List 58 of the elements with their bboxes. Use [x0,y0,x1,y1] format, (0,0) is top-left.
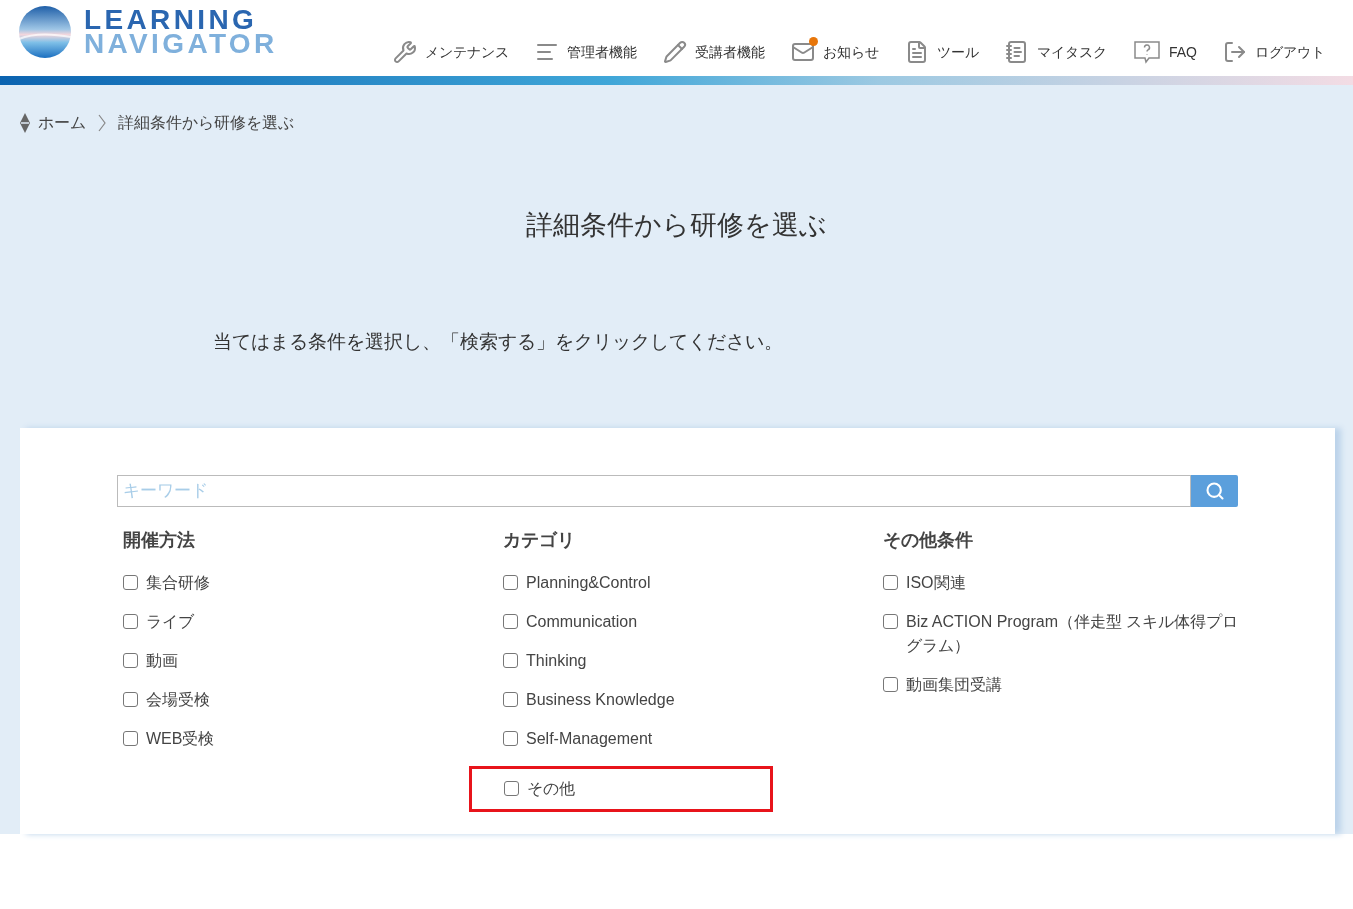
option-label: 会場受検 [146,690,210,710]
breadcrumb-link[interactable]: ホーム [38,111,86,135]
checkbox[interactable] [503,575,518,590]
checkbox[interactable] [883,614,898,629]
search-icon [1204,481,1225,501]
option-label: Biz ACTION Program（伴走型 スキル体得プログラム） [906,612,1240,656]
nav-link[interactable]: マイタスク [1005,40,1107,64]
option-label: Planning&Control [526,573,651,593]
notepad-icon [1005,40,1029,64]
nav-link[interactable]: お知らせ [791,40,879,64]
search-button[interactable] [1191,475,1238,507]
envelope-icon [791,40,815,64]
nav-link[interactable]: 受講者機能 [663,40,765,64]
pencil-icon [663,40,687,64]
checkbox[interactable] [883,677,898,692]
checkbox[interactable] [123,692,138,707]
checkbox[interactable] [123,614,138,629]
logo-text: NAVIGATOR [84,32,278,56]
option-label: Business Knowledge [526,690,675,710]
chevron-icon [98,114,106,132]
option-label: 動画 [146,651,178,671]
checkbox[interactable] [503,614,518,629]
option-label: WEB受検 [146,729,215,749]
nav-link[interactable]: FAQ [1133,40,1197,64]
page-title: 詳細条件から研修を選ぶ [525,209,828,242]
checkbox[interactable] [503,731,518,746]
option-label: ライブ [146,612,194,632]
instruction-text: 当てはまる条件を選択し、「検索する」をクリックしてください。 [212,329,784,354]
checkbox[interactable] [123,731,138,746]
checkbox[interactable] [503,692,518,707]
option-label: その他 [527,779,575,799]
logo-globe-icon [18,5,72,59]
nav-link[interactable]: ツール [905,40,979,64]
option-label: 動画集団受講 [906,675,1002,695]
nav-link[interactable]: メンテナンス [393,40,509,64]
nav-link[interactable]: ログアウト [1223,40,1325,64]
checkbox[interactable] [123,653,138,668]
help-bubble-icon [1133,40,1161,64]
compass-icon [20,113,30,133]
logout-icon [1223,40,1247,64]
option-label: Thinking [526,651,587,671]
checkbox[interactable] [883,575,898,590]
option-label: ISO関連 [906,573,966,593]
checkbox[interactable] [503,653,518,668]
option-label: 集合研修 [146,573,210,593]
group-heading: その他条件 [883,529,974,552]
option-label: Communication [526,612,638,632]
nav-link[interactable]: 管理者機能 [535,40,637,64]
breadcrumb-current: 詳細条件から研修を選ぶ [118,113,294,133]
keyword-field[interactable]: キーワード [117,475,1191,507]
logo-text: LEARNING [84,8,258,32]
group-heading: カテゴリ [503,529,576,552]
checkbox[interactable] [504,781,519,796]
document-icon [905,40,929,64]
group-heading: 開催方法 [123,529,196,552]
wrench-icon [393,40,417,64]
option-label: Self-Management [526,729,653,749]
checkbox[interactable] [123,575,138,590]
